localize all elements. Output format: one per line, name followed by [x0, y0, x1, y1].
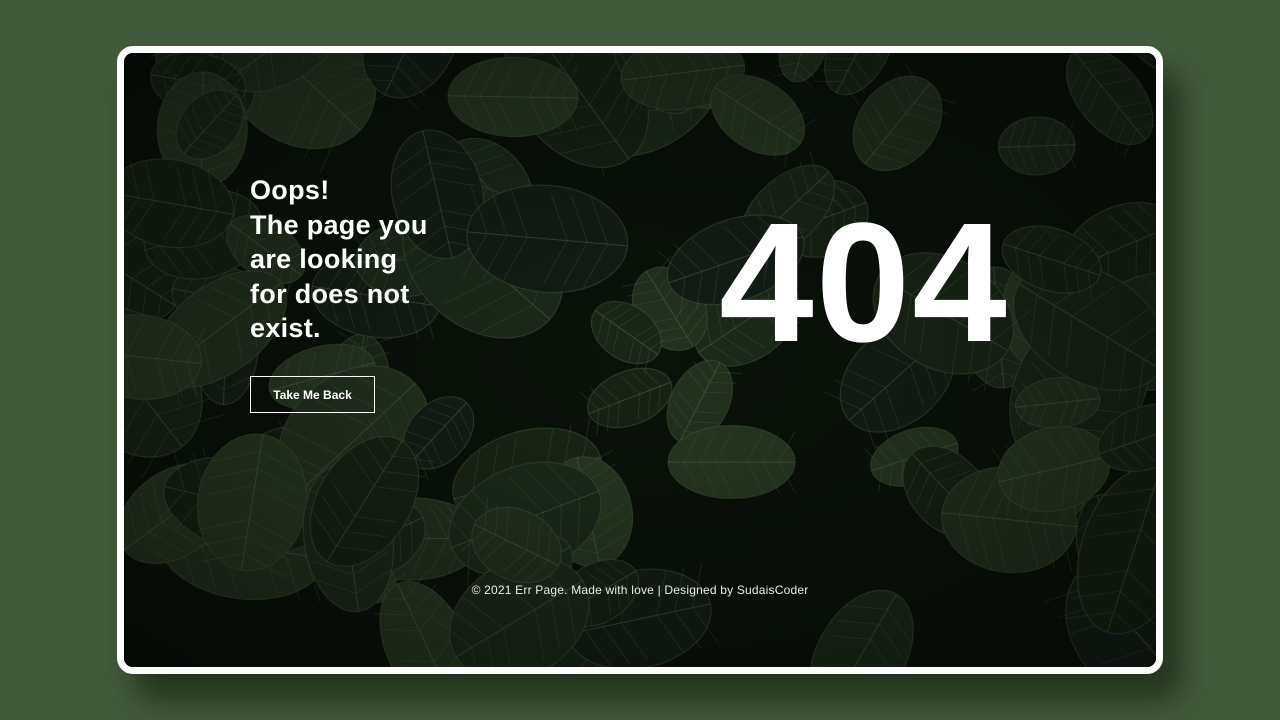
error-code: 404	[719, 188, 1009, 378]
error-message: Oops! The page you are looking for does …	[250, 173, 470, 346]
message-line: The page you	[250, 209, 428, 240]
error-card: Oops! The page you are looking for does …	[117, 46, 1163, 674]
message-line: are looking	[250, 244, 398, 274]
footer-credits: © 2021 Err Page. Made with love | Design…	[471, 583, 809, 597]
take-me-back-button[interactable]: Take Me Back	[250, 376, 375, 413]
message-line: exist.	[250, 313, 321, 343]
message-line: Oops!	[250, 175, 330, 205]
message-line: for does not	[250, 278, 410, 309]
